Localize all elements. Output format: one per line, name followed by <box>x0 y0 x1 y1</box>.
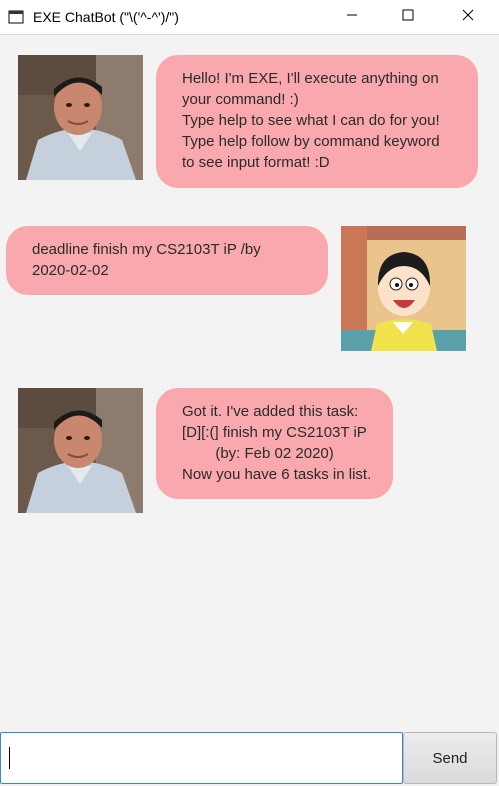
user-message-bubble: deadline finish my CS2103T iP /by 2020-0… <box>6 226 328 295</box>
close-button[interactable] <box>445 0 491 33</box>
message-line: Type help follow by command keyword <box>182 133 440 150</box>
message-line: your command! :) <box>182 91 299 108</box>
bot-avatar <box>18 388 143 513</box>
message-input[interactable] <box>0 732 403 784</box>
java-coffee-icon <box>8 10 24 24</box>
bot-avatar <box>18 55 143 180</box>
bot-message-bubble: Got it. I've added this task: [D][:(] fi… <box>156 388 393 499</box>
message-line: deadline finish my CS2103T iP /by <box>32 241 261 258</box>
message-line: (by: Feb 02 2020) <box>182 445 334 462</box>
user-avatar <box>341 226 466 351</box>
send-button[interactable]: Send <box>403 732 497 784</box>
message-line: Now you have 6 tasks in list. <box>182 466 372 483</box>
minimize-icon <box>346 8 358 26</box>
man-photo-avatar-icon <box>18 55 143 180</box>
title-bar: EXE ChatBot ("\('^-^')/") <box>0 0 499 35</box>
minimize-button[interactable] <box>329 0 375 33</box>
message-line: [D][:(] finish my CS2103T iP <box>182 424 367 441</box>
message-line: to see input format! :D <box>182 154 330 171</box>
maximize-icon <box>402 8 414 26</box>
man-photo-avatar-icon <box>18 388 143 513</box>
text-caret <box>9 747 10 769</box>
message-line: Type help to see what I can do for you! <box>182 112 440 129</box>
bot-message-bubble: Hello! I'm EXE, I'll execute anything on… <box>156 55 478 188</box>
close-icon <box>462 8 474 26</box>
maximize-button[interactable] <box>385 0 431 33</box>
input-bar: Send <box>0 731 499 786</box>
message-line: Got it. I've added this task: <box>182 403 359 420</box>
chat-dialog-area[interactable]: Hello! I'm EXE, I'll execute anything on… <box>0 35 499 731</box>
window-title: EXE ChatBot ("\('^-^')/") <box>33 9 179 25</box>
message-line: Hello! I'm EXE, I'll execute anything on <box>182 70 439 87</box>
cartoon-boy-avatar-icon <box>341 226 466 351</box>
message-line: 2020-02-02 <box>32 262 109 279</box>
